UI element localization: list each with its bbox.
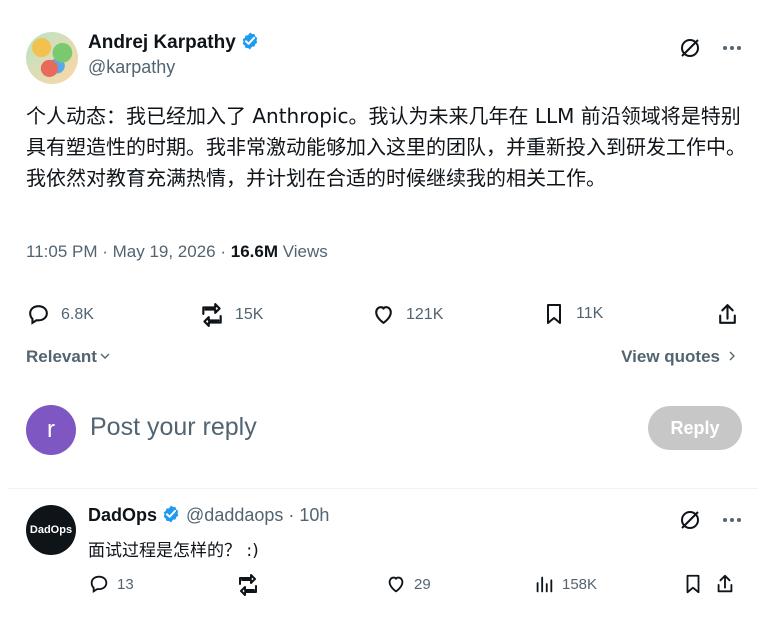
retweet-icon[interactable] bbox=[236, 573, 260, 597]
reply-icon[interactable] bbox=[26, 302, 51, 327]
reply-header-actions bbox=[678, 508, 744, 532]
reply-action-bar: 13 29 158K bbox=[88, 573, 740, 597]
share-icon[interactable] bbox=[715, 302, 740, 327]
grok-icon[interactable] bbox=[678, 508, 702, 532]
chevron-right-icon bbox=[724, 348, 740, 364]
section-divider bbox=[8, 488, 758, 489]
reply-reply-action[interactable]: 13 bbox=[88, 573, 134, 595]
reply-retweet-action[interactable] bbox=[236, 573, 267, 597]
retweet-action[interactable]: 15K bbox=[199, 302, 263, 328]
verified-badge-icon bbox=[240, 31, 260, 51]
view-label: Views bbox=[277, 242, 328, 261]
post-text: 个人动态：我已经加入了 Anthropic。我认为未来几年在 LLM 前沿领域将… bbox=[26, 104, 746, 190]
post-action-bar: 6.8K 15K 121K 11K bbox=[26, 302, 738, 332]
view-count: 16.6M bbox=[230, 242, 278, 261]
verified-badge-icon bbox=[161, 504, 181, 524]
reply-text: 面试过程是怎样的？ :) bbox=[88, 541, 259, 561]
reply-like-action[interactable]: 29 bbox=[385, 573, 431, 595]
reply-author-handle[interactable]: @daddaops bbox=[186, 505, 283, 525]
reply-button[interactable]: Reply bbox=[648, 406, 742, 450]
grok-icon[interactable] bbox=[678, 36, 702, 60]
share-icon[interactable] bbox=[714, 573, 736, 595]
views-icon[interactable] bbox=[533, 573, 555, 595]
bookmark-action[interactable]: 11K bbox=[542, 302, 603, 326]
post-detail-page: Andrej Karpathy @karpathy 个人动态：我已经加入了 An… bbox=[8, 12, 758, 617]
view-quotes-link[interactable]: View quotes bbox=[621, 347, 740, 367]
like-action[interactable]: 121K bbox=[371, 302, 443, 327]
reply-author-name[interactable]: DadOps bbox=[88, 505, 157, 525]
post-header-actions bbox=[678, 36, 744, 60]
author-handle[interactable]: @karpathy bbox=[88, 57, 175, 78]
more-icon[interactable] bbox=[720, 36, 744, 60]
reply-icon[interactable] bbox=[88, 573, 110, 595]
bookmark-icon[interactable] bbox=[542, 302, 566, 326]
reply-input[interactable]: Post your reply bbox=[90, 413, 257, 442]
reply-share-action[interactable] bbox=[714, 573, 736, 595]
current-user-avatar[interactable]: r bbox=[26, 405, 76, 455]
reply-bookmark-action[interactable] bbox=[682, 573, 704, 595]
retweet-icon[interactable] bbox=[199, 302, 225, 328]
bookmark-icon[interactable] bbox=[682, 573, 704, 595]
reply-time[interactable]: 10h bbox=[299, 505, 329, 525]
post-timestamp[interactable]: 11:05 PM · May 19, 2026 · bbox=[26, 242, 231, 261]
author-avatar[interactable] bbox=[26, 32, 78, 84]
post-metadata: 11:05 PM · May 19, 2026 · 16.6M Views bbox=[26, 242, 328, 262]
more-icon[interactable] bbox=[720, 508, 744, 532]
like-icon[interactable] bbox=[371, 302, 396, 327]
chevron-down-icon bbox=[97, 348, 113, 364]
reply-author-avatar[interactable]: DadOps bbox=[26, 505, 76, 555]
author-name[interactable]: Andrej Karpathy bbox=[88, 31, 260, 54]
separator: · bbox=[283, 505, 300, 525]
reply-sort-filter[interactable]: Relevant bbox=[26, 347, 113, 367]
share-action[interactable] bbox=[715, 302, 740, 327]
reply-views-action[interactable]: 158K bbox=[533, 573, 597, 595]
reply-header: DadOps @daddaops · 10h bbox=[88, 504, 329, 526]
reply-action[interactable]: 6.8K bbox=[26, 302, 94, 327]
like-icon[interactable] bbox=[385, 573, 407, 595]
